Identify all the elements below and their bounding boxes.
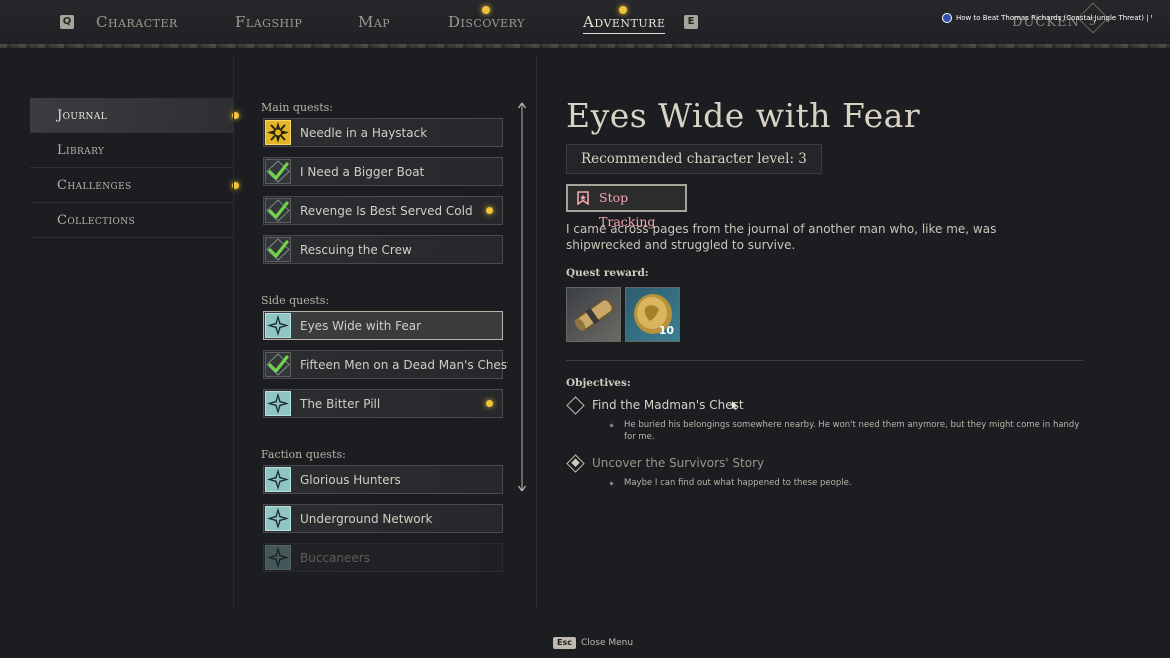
discovery-notification-dot	[482, 6, 490, 14]
quest-rescuing-the-crew[interactable]: Rescuing the Crew	[263, 235, 503, 264]
tab-adventure[interactable]: Adventure	[583, 13, 666, 34]
quest-underground-network[interactable]: Underground Network	[263, 504, 503, 533]
gold-star-icon	[265, 120, 291, 145]
side-quests-heading: Side quests:	[261, 294, 330, 307]
quest-list: Main quests: Needle in a Haystack I Need…	[258, 98, 508, 598]
quest-reward-heading: Quest reward:	[566, 267, 649, 279]
next-tab-key[interactable]: E	[684, 15, 698, 29]
quest-revenge-is-best-served-cold[interactable]: Revenge Is Best Served Cold	[263, 196, 503, 225]
stop-tracking-label: Stop Tracking	[599, 190, 656, 229]
check-icon	[265, 237, 291, 262]
quest-label: Glorious Hunters	[300, 473, 401, 487]
compass-star-icon	[265, 545, 291, 570]
quest-i-need-a-bigger-boat[interactable]: I Need a Bigger Boat	[263, 157, 503, 186]
sidebar-item-challenges[interactable]: Challenges	[30, 168, 239, 203]
reward-slot-gold[interactable]: 10	[625, 287, 680, 342]
top-navigation-bar: Q Character Flagship Map Discovery Adven…	[0, 0, 1170, 48]
sidebar-item-label: Collections	[57, 213, 136, 228]
main-quests-heading: Main quests:	[261, 101, 333, 114]
objective-note: He buried his belongings somewhere nearb…	[566, 419, 1083, 443]
quest-glorious-hunters[interactable]: Glorious Hunters	[263, 465, 503, 494]
sidebar-item-journal[interactable]: Journal	[30, 98, 239, 133]
sidebar-item-label: Challenges	[57, 178, 132, 193]
check-icon	[265, 352, 291, 377]
stop-tracking-button[interactable]: Stop Tracking	[566, 184, 687, 229]
tracking-bookmark-icon	[577, 191, 589, 205]
objective-title: Uncover the Survivors' Story	[592, 456, 765, 470]
scroll-icon	[574, 299, 614, 331]
sidebar-item-label: Library	[57, 143, 105, 158]
mouse-cursor-icon	[732, 401, 738, 410]
video-title-text: How to Beat Thomas Richards (Coastal Jun…	[956, 14, 1152, 22]
compass-star-icon	[265, 391, 291, 416]
quest-notification-dot	[486, 207, 493, 214]
compass-star-icon	[265, 467, 291, 492]
quest-label: The Bitter Pill	[300, 397, 381, 411]
detail-separator	[566, 360, 1083, 361]
quest-the-bitter-pill[interactable]: The Bitter Pill	[263, 389, 503, 418]
adventure-notification-dot	[619, 6, 627, 14]
sidebar-item-label: Journal	[57, 108, 108, 123]
quest-notification-dot	[486, 400, 493, 407]
quest-label: I Need a Bigger Boat	[300, 165, 425, 179]
close-menu-label: Close Menu	[580, 637, 634, 648]
reward-slot-scroll[interactable]	[566, 287, 621, 342]
quest-needle-in-a-haystack[interactable]: Needle in a Haystack	[263, 118, 503, 147]
check-icon	[265, 198, 291, 223]
objective-item: Find the Madman's Chest He buried his be…	[566, 396, 1084, 443]
video-overlay-title[interactable]: How to Beat Thomas Richards (Coastal Jun…	[942, 12, 1152, 24]
sidebar-item-collections[interactable]: Collections	[30, 203, 234, 238]
quest-label: Revenge Is Best Served Cold	[300, 204, 473, 218]
objective-note: Maybe I can find out what happened to th…	[566, 477, 1083, 489]
tab-discovery[interactable]: Discovery	[448, 13, 525, 31]
quest-label: Underground Network	[300, 512, 433, 526]
reward-slots: 10	[566, 287, 1084, 343]
scroll-arrows-icon	[517, 102, 527, 492]
prev-tab-key[interactable]: Q	[60, 15, 74, 29]
quest-list-scrollbar[interactable]	[517, 102, 527, 492]
esc-key: Esc	[553, 636, 576, 649]
compass-star-icon	[265, 506, 291, 531]
journal-sidebar: Journal Library Challenges Collections	[30, 98, 239, 238]
channel-logo-icon	[942, 13, 952, 23]
faction-quests-heading: Faction quests:	[261, 448, 346, 461]
tab-character[interactable]: Character	[96, 13, 178, 31]
quest-eyes-wide-with-fear[interactable]: Eyes Wide with Fear	[263, 311, 503, 340]
quest-label: Fifteen Men on a Dead Man's Chest	[300, 358, 508, 372]
objective-item: Uncover the Survivors' Story Maybe I can…	[566, 454, 1084, 489]
tab-map[interactable]: Map	[358, 13, 390, 31]
recommended-level: Recommended character level: 3	[566, 144, 822, 174]
quest-title: Eyes Wide with Fear	[566, 96, 921, 135]
quest-buccaneers[interactable]: Buccaneers	[263, 543, 503, 572]
objectives-heading: Objectives:	[566, 377, 631, 389]
quest-detail-panel: Eyes Wide with Fear Recommended characte…	[566, 96, 1084, 489]
tab-flagship[interactable]: Flagship	[235, 13, 302, 31]
detail-divider	[536, 55, 537, 610]
quest-label: Buccaneers	[300, 551, 370, 565]
sidebar-divider	[233, 55, 234, 610]
close-menu-hint[interactable]: Esc Close Menu	[553, 632, 634, 649]
quest-label: Rescuing the Crew	[300, 243, 412, 257]
compass-star-icon	[265, 313, 291, 338]
check-icon	[265, 159, 291, 184]
quest-label: Eyes Wide with Fear	[300, 319, 422, 333]
quest-label: Needle in a Haystack	[300, 126, 428, 140]
objective-title: Find the Madman's Chest	[592, 398, 744, 412]
quest-fifteen-men-on-a-dead-mans-chest[interactable]: Fifteen Men on a Dead Man's Chest	[263, 350, 508, 379]
reward-count: 10	[658, 324, 674, 337]
sidebar-item-library[interactable]: Library	[30, 133, 234, 168]
